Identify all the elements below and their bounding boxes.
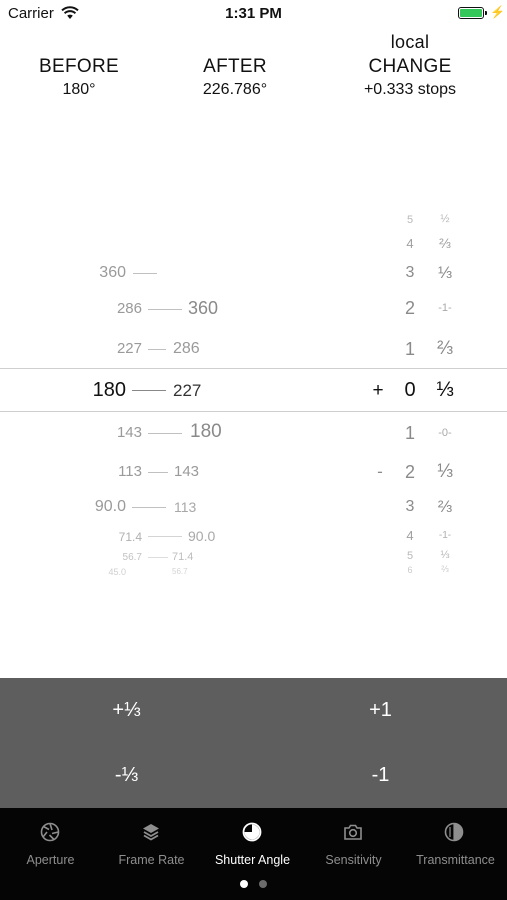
dial-connector — [148, 309, 182, 310]
after-value-143: 143 — [174, 463, 200, 480]
stop-whole: 3 — [405, 498, 415, 515]
stop-fraction: ⅔ — [441, 564, 449, 574]
selection-top-line — [0, 368, 507, 369]
stop-whole: 3 — [405, 264, 415, 281]
before-value-113: 113 — [118, 463, 142, 480]
dial-connector-selected — [132, 390, 166, 391]
before-value: 180° — [62, 81, 96, 98]
stop-fraction: ⅓ — [437, 263, 453, 282]
stop-fraction-selected: ⅓ — [436, 378, 454, 401]
stop-fraction: ⅓ — [440, 549, 450, 561]
before-label: BEFORE — [39, 56, 119, 77]
after-value-90: 90.0 — [188, 528, 216, 544]
stop-fraction: ½ — [440, 213, 450, 225]
selection-bottom-line — [0, 411, 507, 412]
tab-sensitivity[interactable]: Sensitivity — [303, 808, 404, 878]
tab-label: Transmittance — [416, 853, 495, 867]
minus-third-stop-button[interactable]: -⅓ — [0, 743, 253, 808]
tab-label: Sensitivity — [325, 853, 382, 867]
after-value-56: 56.7 — [172, 567, 188, 576]
plus-one-stop-button[interactable]: +1 — [254, 678, 507, 743]
dial-connector — [133, 273, 157, 274]
stop-fraction: ⅔ — [437, 497, 453, 516]
plus-third-stop-button[interactable]: +⅓ — [0, 678, 253, 743]
dial-connector — [148, 472, 168, 473]
change-label-top: local — [390, 32, 430, 52]
after-value: 226.786° — [202, 81, 268, 98]
half-circle-icon — [444, 822, 464, 842]
dial-connector — [148, 349, 166, 350]
battery-icon — [458, 7, 487, 19]
dial-connector — [148, 536, 182, 537]
minus-one-stop-button[interactable]: -1 — [254, 743, 507, 808]
aperture-icon — [40, 822, 60, 842]
after-value-180: 180 — [190, 421, 222, 442]
stop-whole: 1 — [404, 339, 415, 359]
after-value-selected: 227 — [173, 381, 202, 400]
tab-frame-rate[interactable]: Frame Rate — [101, 808, 202, 878]
before-value-45: 45.0 — [108, 567, 126, 577]
page-indicator-dot[interactable] — [259, 880, 267, 888]
shutter-angle-icon — [242, 822, 262, 842]
stop-whole: 4 — [406, 528, 414, 543]
charging-bolt-icon: ⚡ — [490, 5, 505, 19]
stop-whole: 4 — [406, 236, 414, 251]
tab-shutter-angle[interactable]: Shutter Angle — [202, 808, 303, 878]
dial-connector — [148, 433, 182, 434]
stop-whole: 5 — [406, 214, 414, 226]
before-value-360: 360 — [99, 264, 126, 281]
change-label: CHANGE — [368, 56, 452, 77]
stop-fraction: -1- — [438, 530, 452, 541]
change-value: +0.333 stops — [363, 81, 457, 98]
stop-fraction: -1- — [438, 302, 452, 314]
tab-label: Frame Rate — [118, 853, 185, 867]
stop-fraction: ⅓ — [437, 461, 453, 482]
before-value-71: 71.4 — [118, 530, 142, 544]
before-value-selected: 180 — [92, 379, 126, 401]
dial-connector — [148, 557, 168, 558]
before-value-227: 227 — [116, 340, 142, 357]
stop-whole: 6 — [407, 565, 413, 575]
stop-fraction: -0- — [438, 427, 452, 439]
dial-connector — [132, 507, 166, 508]
after-value-286: 286 — [173, 340, 200, 357]
before-value-143: 143 — [116, 424, 142, 441]
tab-transmittance[interactable]: Transmittance — [404, 808, 507, 878]
layers-icon — [143, 824, 159, 841]
camera-icon — [344, 824, 362, 840]
tab-aperture[interactable]: Aperture — [0, 808, 101, 878]
step-button-panel: +⅓ +1 -⅓ -1 — [0, 678, 507, 808]
before-value-56: 56.7 — [122, 552, 142, 563]
after-label: AFTER — [203, 56, 267, 77]
stop-sign-plus: + — [372, 380, 384, 401]
stop-whole: 2 — [404, 298, 415, 318]
stop-whole: 2 — [404, 462, 415, 482]
tab-bar: Aperture Frame Rate Shutter Angle Sensit… — [0, 808, 507, 900]
stop-whole: 5 — [406, 550, 414, 562]
stop-sign-minus: - — [377, 462, 383, 481]
stop-fraction: ⅔ — [437, 338, 453, 359]
stop-fraction: ⅔ — [439, 235, 451, 251]
stop-whole-selected: 0 — [404, 379, 416, 401]
after-value-113: 113 — [174, 499, 197, 515]
tab-label: Shutter Angle — [214, 853, 291, 867]
before-value-90: 90.0 — [94, 498, 126, 515]
before-value-286: 286 — [116, 300, 142, 317]
after-value-360: 360 — [188, 298, 219, 318]
stop-whole: 1 — [404, 423, 415, 443]
status-time: 1:31 PM — [225, 5, 282, 22]
after-value-71: 71.4 — [172, 551, 194, 563]
tab-label: Aperture — [26, 853, 75, 867]
page-indicator-dot-active[interactable] — [240, 880, 248, 888]
